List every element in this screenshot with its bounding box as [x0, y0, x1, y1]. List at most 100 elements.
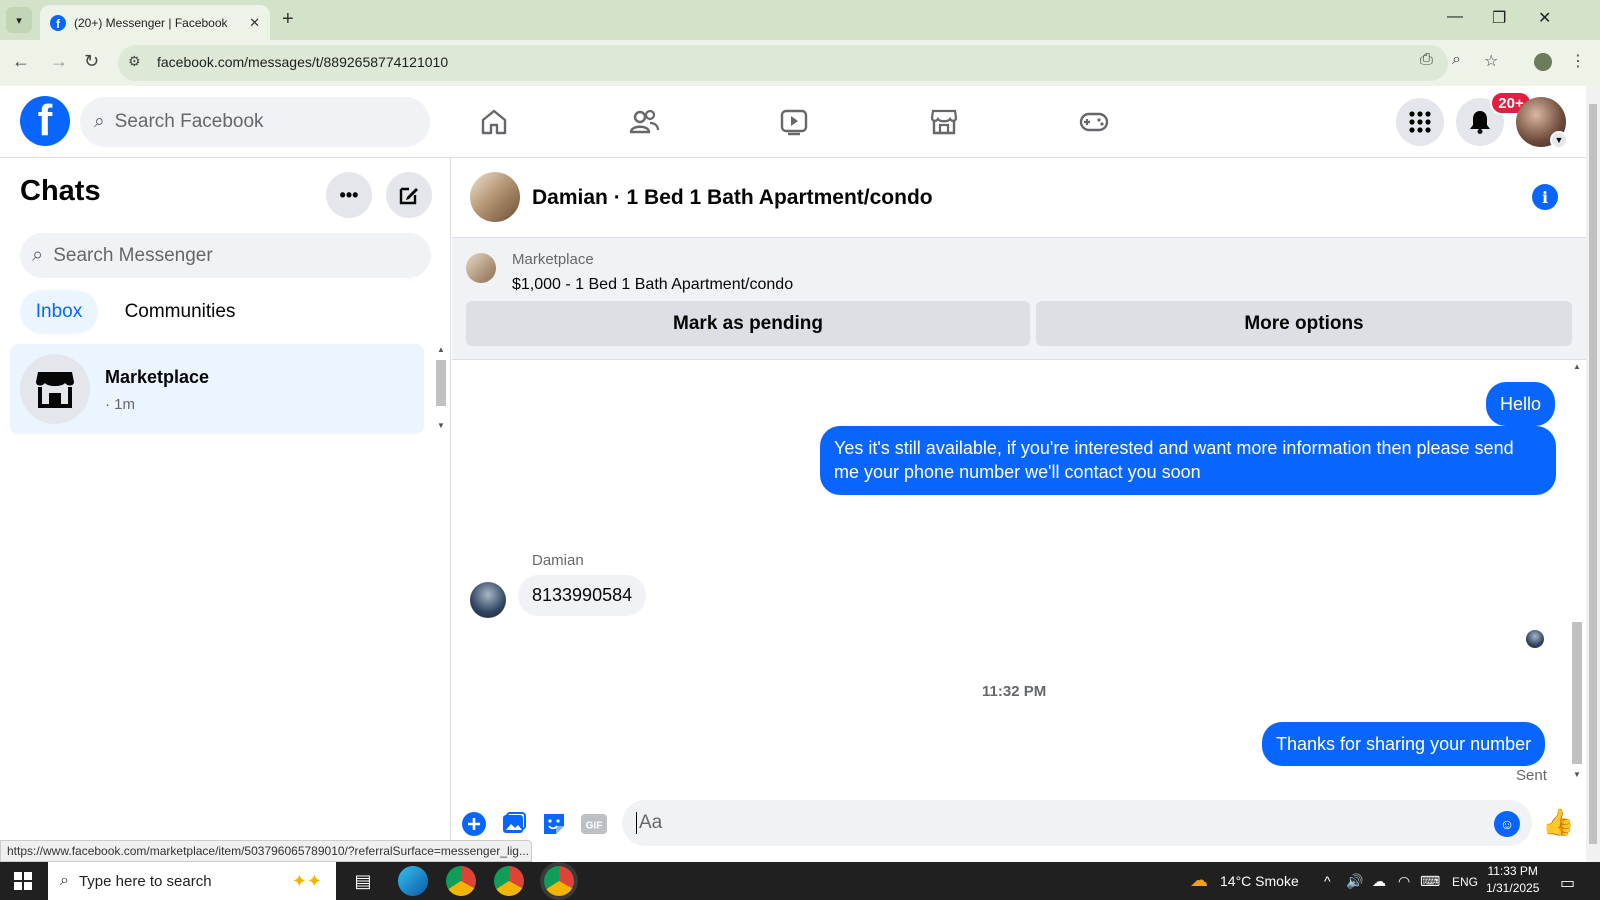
page-scrollbar[interactable]: [1586, 86, 1600, 862]
scroll-up-icon[interactable]: ▲: [437, 345, 445, 354]
like-thumb-icon[interactable]: 👍: [1542, 807, 1574, 838]
task-view-icon[interactable]: ▤: [348, 866, 378, 896]
sent-status: Sent: [1516, 767, 1547, 784]
sender-name: Damian: [532, 552, 584, 569]
message-incoming[interactable]: 8133990584: [518, 575, 647, 616]
search-icon: ⌕: [32, 244, 44, 266]
emoji-icon[interactable]: ☺: [1494, 811, 1520, 837]
listing-thumbnail[interactable]: [466, 253, 496, 283]
chat-list-scrollbar[interactable]: ▲ ▼: [435, 345, 447, 433]
marketplace-store-icon: [36, 372, 74, 408]
minimize-icon[interactable]: —: [1447, 8, 1463, 26]
taskbar-search-input[interactable]: ⌕ Type here to search ✦✦: [48, 862, 336, 900]
info-icon[interactable]: i: [1532, 184, 1558, 210]
wifi-icon[interactable]: ◠: [1398, 873, 1410, 890]
gaming-icon[interactable]: [1076, 104, 1112, 140]
more-dots-icon: •••: [339, 184, 359, 205]
friends-icon[interactable]: [626, 104, 662, 140]
more-actions-icon[interactable]: [460, 810, 488, 838]
scroll-thumb[interactable]: [1589, 104, 1597, 844]
scroll-down-icon[interactable]: ▼: [437, 421, 445, 430]
windows-start-icon[interactable]: [14, 872, 32, 890]
conversation-avatar[interactable]: [470, 172, 520, 222]
tab-inbox[interactable]: Inbox: [20, 290, 98, 334]
attach-photo-icon[interactable]: [500, 810, 528, 838]
scroll-down-icon[interactable]: ▼: [1573, 770, 1581, 779]
scroll-thumb[interactable]: [436, 360, 446, 406]
back-icon[interactable]: ←: [12, 51, 30, 72]
messages-scrollbar[interactable]: ▲ ▼: [1570, 362, 1584, 782]
video-icon[interactable]: [776, 104, 812, 140]
sender-avatar[interactable]: [470, 582, 506, 618]
weather-icon: ☁: [1190, 870, 1208, 890]
taskbar-search-placeholder: Type here to search: [78, 872, 212, 890]
browser-tab[interactable]: f (20+) Messenger | Facebook ✕: [40, 5, 270, 40]
chevron-down-icon[interactable]: ▼: [1550, 131, 1568, 149]
search-icon: ⌕: [94, 111, 105, 132]
facebook-logo-icon[interactable]: f: [20, 96, 70, 146]
gif-icon[interactable]: GIF: [580, 810, 608, 838]
tab-title: (20+) Messenger | Facebook: [74, 15, 228, 30]
zoom-icon[interactable]: ⌕: [1452, 51, 1461, 69]
taskbar-clock[interactable]: 11:33 PM 1/31/2025: [1486, 863, 1539, 897]
marketplace-label: Marketplace: [512, 251, 594, 268]
chrome-profile-icon[interactable]: [494, 866, 524, 896]
reload-icon[interactable]: ↻: [84, 51, 99, 72]
volume-icon[interactable]: 🔊: [1346, 873, 1363, 890]
link-status-bar: https://www.facebook.com/marketplace/ite…: [0, 840, 532, 862]
new-tab-icon[interactable]: +: [282, 8, 294, 31]
menu-grid-icon[interactable]: [1396, 98, 1444, 146]
clock-time: 11:33 PM: [1487, 864, 1538, 878]
chrome-icon[interactable]: [446, 866, 476, 896]
scroll-up-icon[interactable]: ▲: [1573, 362, 1581, 371]
notification-center-icon[interactable]: ▭: [1560, 873, 1575, 893]
browser-profile-icon[interactable]: [1534, 53, 1552, 71]
message-outgoing[interactable]: Thanks for sharing your number: [1262, 722, 1546, 767]
mark-as-pending-button[interactable]: Mark as pending: [466, 301, 1030, 346]
chat-options-button[interactable]: •••: [326, 172, 372, 218]
message-outgoing[interactable]: Yes it's still available, if you're inte…: [820, 426, 1556, 495]
chat-time: · 1m: [105, 396, 135, 413]
onedrive-icon[interactable]: ☁: [1372, 873, 1386, 890]
browser-menu-icon[interactable]: ⋮: [1570, 51, 1586, 71]
message-input[interactable]: Aa: [622, 800, 1532, 846]
language-indicator[interactable]: ENG: [1452, 875, 1478, 889]
clock-date: 1/31/2025: [1486, 881, 1540, 895]
sparkle-icon: ✦✦: [291, 870, 322, 891]
tab-search-icon[interactable]: ▾: [6, 7, 32, 33]
url-text[interactable]: facebook.com/messages/t/8892658774121010: [157, 54, 448, 70]
chrome-active-icon[interactable]: [544, 866, 574, 896]
message-input-placeholder: Aa: [639, 812, 663, 833]
restore-icon[interactable]: ❐: [1492, 8, 1506, 28]
facebook-search-input[interactable]: ⌕ Search Facebook: [80, 97, 430, 147]
more-options-button[interactable]: More options: [1036, 301, 1572, 346]
messenger-search-input[interactable]: ⌕ Search Messenger: [20, 233, 431, 278]
chats-title: Chats: [20, 175, 101, 207]
new-message-button[interactable]: [386, 172, 432, 218]
home-icon[interactable]: [476, 104, 512, 140]
install-app-icon[interactable]: ⎙: [1420, 51, 1433, 69]
show-hidden-icons-icon[interactable]: ^: [1324, 873, 1331, 889]
listing-title[interactable]: $1,000 - 1 Bed 1 Bath Apartment/condo: [512, 276, 793, 294]
site-info-icon[interactable]: ⚙: [128, 53, 141, 70]
compose-icon: [399, 187, 418, 205]
message-timestamp: 11:32 PM: [982, 683, 1047, 700]
search-icon: ⌕: [60, 872, 69, 889]
scroll-thumb[interactable]: [1572, 622, 1582, 764]
messenger-search-placeholder: Search Messenger: [53, 244, 213, 266]
edge-icon[interactable]: [398, 866, 428, 896]
chat-name: Marketplace: [105, 367, 210, 387]
bookmark-star-icon[interactable]: ☆: [1484, 51, 1498, 71]
window-close-icon[interactable]: ✕: [1538, 8, 1551, 28]
sticker-icon[interactable]: [540, 810, 568, 838]
keyboard-icon[interactable]: ⌨: [1420, 873, 1440, 890]
tab-communities[interactable]: Communities: [110, 290, 250, 334]
message-outgoing[interactable]: Hello: [1486, 382, 1556, 427]
forward-icon[interactable]: →: [50, 51, 68, 72]
marketplace-icon[interactable]: [926, 104, 962, 140]
tab-close-icon[interactable]: ✕: [249, 15, 260, 31]
weather-text[interactable]: 14°C Smoke: [1220, 873, 1299, 889]
seen-avatar: [1526, 630, 1544, 648]
text-cursor: [636, 812, 637, 834]
conversation-title[interactable]: Damian · 1 Bed 1 Bath Apartment/condo: [532, 186, 933, 210]
